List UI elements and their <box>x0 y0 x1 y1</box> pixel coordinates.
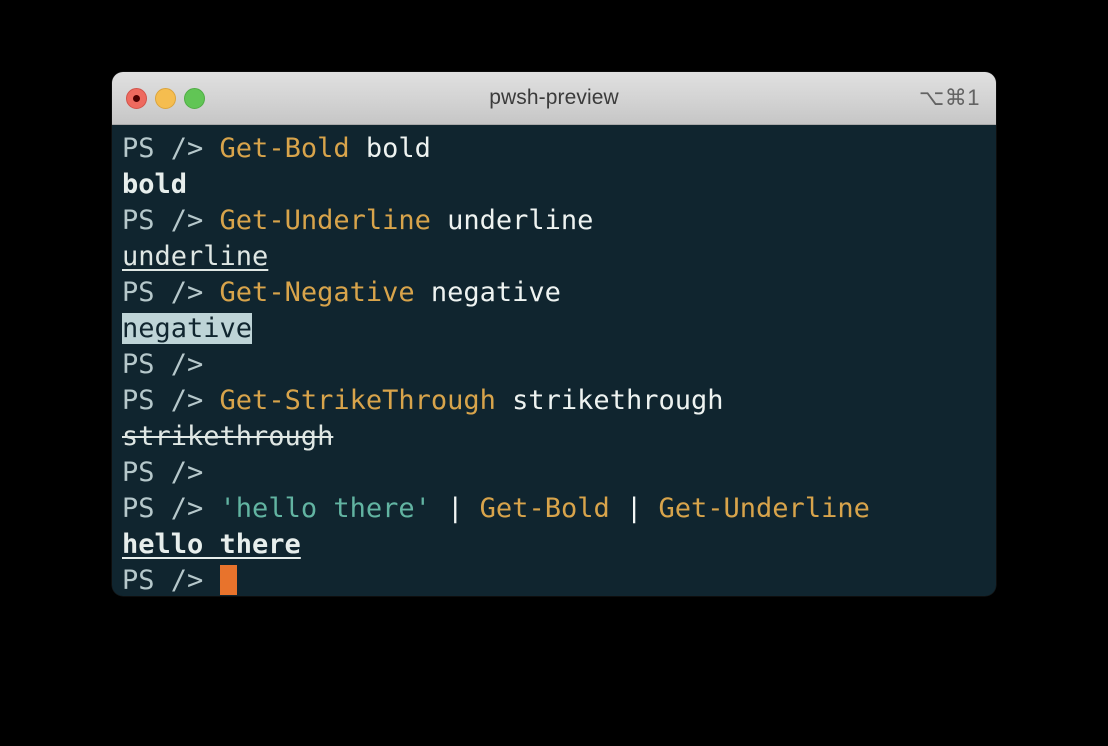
prompt: PS /> <box>122 277 220 308</box>
close-window-button[interactable] <box>126 87 147 109</box>
string-literal: 'hello there' <box>219 493 431 524</box>
separator <box>642 493 658 524</box>
close-icon <box>133 94 140 102</box>
output-negative: negative <box>122 313 253 344</box>
command-name: Get-Bold <box>479 493 610 524</box>
terminal-line: negative <box>122 311 996 347</box>
command-argument: underline <box>447 205 594 236</box>
terminal-window: pwsh-preview ⌥⌘1 PS /> Get-Bold bold bol… <box>112 72 996 596</box>
traffic-light-group <box>126 72 205 124</box>
window-title: pwsh-preview <box>489 86 619 109</box>
terminal-line: PS /> <box>122 563 996 596</box>
separator <box>610 493 626 524</box>
terminal-line: PS /> Get-Underline underline <box>122 203 996 239</box>
command-name: Get-StrikeThrough <box>219 385 496 416</box>
prompt: PS /> <box>122 385 220 416</box>
output-bold: bold <box>122 169 188 200</box>
terminal-line: PS /> Get-Bold bold <box>122 131 996 167</box>
terminal-line: PS /> Get-StrikeThrough strikethrough <box>122 383 996 419</box>
terminal-line: underline <box>122 239 996 275</box>
command-name: Get-Bold <box>219 133 350 164</box>
window-titlebar[interactable]: pwsh-preview ⌥⌘1 <box>112 72 996 125</box>
command-space <box>496 385 512 416</box>
screen: pwsh-preview ⌥⌘1 PS /> Get-Bold bold bol… <box>0 0 1108 746</box>
command-name: Get-Underline <box>219 205 431 236</box>
minimize-window-button[interactable] <box>155 87 176 109</box>
text-cursor[interactable] <box>219 565 237 595</box>
command-name: Get-Underline <box>658 493 870 524</box>
terminal-line: PS /> <box>122 455 996 491</box>
output-underline: underline <box>122 241 269 272</box>
prompt: PS /> <box>122 565 220 596</box>
command-space <box>431 205 447 236</box>
prompt: PS /> <box>122 349 204 380</box>
maximize-window-button[interactable] <box>184 87 205 109</box>
command-argument: bold <box>365 133 431 164</box>
prompt: PS /> <box>122 457 204 488</box>
separator <box>463 493 479 524</box>
keyboard-shortcut-badge: ⌥⌘1 <box>918 85 980 110</box>
terminal-line: PS /> 'hello there' | Get-Bold | Get-Und… <box>122 491 996 527</box>
command-space <box>415 277 431 308</box>
prompt: PS /> <box>122 493 220 524</box>
prompt: PS /> <box>122 205 220 236</box>
command-space <box>350 133 366 164</box>
output-bold-underline: hello there <box>122 529 301 560</box>
command-argument: strikethrough <box>512 385 724 416</box>
terminal-line: bold <box>122 167 996 203</box>
terminal-output-area[interactable]: PS /> Get-Bold bold bold PS /> Get-Under… <box>112 125 996 596</box>
pipe-operator: | <box>625 493 643 524</box>
command-name: Get-Negative <box>219 277 415 308</box>
command-argument: negative <box>430 277 561 308</box>
separator <box>431 493 447 524</box>
output-strikethrough: strikethrough <box>122 421 334 452</box>
terminal-line: hello there <box>122 527 996 563</box>
terminal-line: PS /> Get-Negative negative <box>122 275 996 311</box>
terminal-line: strikethrough <box>122 419 996 455</box>
pipe-operator: | <box>447 493 464 524</box>
prompt: PS /> <box>122 133 220 164</box>
terminal-line: PS /> <box>122 347 996 383</box>
